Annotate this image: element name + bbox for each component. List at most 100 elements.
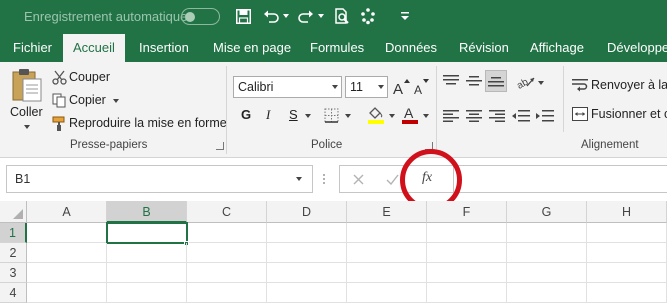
cell[interactable] xyxy=(507,263,587,283)
align-top-icon[interactable] xyxy=(442,74,460,88)
cell[interactable] xyxy=(507,283,587,303)
row-header[interactable]: 2 xyxy=(0,243,27,263)
enter-icon[interactable] xyxy=(384,171,400,187)
tab-affichage[interactable]: Affichage xyxy=(530,33,584,62)
cell[interactable] xyxy=(347,223,427,243)
cut-button[interactable]: Couper xyxy=(69,70,110,84)
cell[interactable] xyxy=(507,223,587,243)
column-header[interactable]: C xyxy=(187,201,267,223)
cell[interactable] xyxy=(427,263,507,283)
name-box-dropdown-icon[interactable] xyxy=(296,177,302,181)
column-header[interactable]: F xyxy=(427,201,507,223)
bold-button[interactable]: G xyxy=(241,107,251,122)
font-size-dropdown-icon[interactable] xyxy=(378,85,384,89)
grip-icon[interactable] xyxy=(321,170,327,188)
align-center-icon[interactable] xyxy=(465,109,483,123)
tab-insertion[interactable]: Insertion xyxy=(139,33,189,62)
copy-button[interactable]: Copier xyxy=(69,93,106,107)
orientation-dropdown-icon[interactable] xyxy=(538,81,544,85)
cell[interactable] xyxy=(427,243,507,263)
wrap-text-button[interactable]: Renvoyer à la l xyxy=(591,78,667,92)
row-header[interactable]: 4 xyxy=(0,283,27,303)
cell[interactable] xyxy=(347,243,427,263)
tab-donnees[interactable]: Données xyxy=(385,33,437,62)
align-right-icon[interactable] xyxy=(488,109,506,123)
row-header[interactable]: 1 xyxy=(0,223,27,243)
paste-label[interactable]: Coller xyxy=(10,105,43,119)
touch-mode-icon[interactable] xyxy=(358,6,378,26)
underline-button[interactable]: S xyxy=(289,107,298,122)
cell[interactable] xyxy=(107,283,187,303)
cell[interactable] xyxy=(27,223,107,243)
column-header[interactable]: D xyxy=(267,201,347,223)
font-name-dropdown-icon[interactable] xyxy=(332,85,338,89)
fill-color-dropdown-icon[interactable] xyxy=(389,114,395,118)
decrease-font-size-icon[interactable]: A xyxy=(412,76,430,98)
copy-dropdown-icon[interactable] xyxy=(113,99,119,103)
column-header[interactable]: B xyxy=(107,201,187,223)
column-header[interactable]: E xyxy=(347,201,427,223)
orientation-icon[interactable]: ab xyxy=(515,73,537,91)
cell[interactable] xyxy=(267,243,347,263)
cell[interactable] xyxy=(187,283,267,303)
active-cell[interactable] xyxy=(106,222,188,244)
cell[interactable] xyxy=(187,223,267,243)
cell[interactable] xyxy=(427,223,507,243)
name-box[interactable]: B1 xyxy=(6,165,313,193)
cell[interactable] xyxy=(347,263,427,283)
cell[interactable] xyxy=(27,263,107,283)
column-header[interactable]: A xyxy=(27,201,107,223)
cell[interactable] xyxy=(267,283,347,303)
align-left-icon[interactable] xyxy=(442,109,460,123)
underline-dropdown-icon[interactable] xyxy=(305,114,311,118)
font-color-icon[interactable]: A xyxy=(400,105,420,125)
redo-icon[interactable] xyxy=(297,6,315,26)
print-preview-icon[interactable] xyxy=(332,6,352,26)
tab-revision[interactable]: Révision xyxy=(459,33,509,62)
cell[interactable] xyxy=(587,283,667,303)
tab-mise-en-page[interactable]: Mise en page xyxy=(213,33,291,62)
format-painter-button[interactable]: Reproduire la mise en forme xyxy=(69,116,227,130)
undo-icon[interactable] xyxy=(262,6,280,26)
undo-dropdown-icon[interactable] xyxy=(281,6,291,26)
cancel-icon[interactable] xyxy=(350,171,366,187)
cell[interactable] xyxy=(587,223,667,243)
cell[interactable] xyxy=(507,243,587,263)
clipboard-launcher-icon[interactable] xyxy=(216,142,224,150)
cell[interactable] xyxy=(187,263,267,283)
decrease-indent-icon[interactable] xyxy=(511,109,531,123)
borders-icon[interactable] xyxy=(322,107,340,123)
tab-developpeur[interactable]: Développeu xyxy=(607,33,667,62)
column-header[interactable]: G xyxy=(507,201,587,223)
italic-button[interactable]: I xyxy=(266,107,270,123)
cell[interactable] xyxy=(187,243,267,263)
cell[interactable] xyxy=(347,283,427,303)
formula-input[interactable] xyxy=(458,165,667,193)
cell[interactable] xyxy=(427,283,507,303)
merge-center-button[interactable]: Fusionner et ce xyxy=(591,107,667,121)
align-middle-icon[interactable] xyxy=(465,74,483,88)
align-bottom-icon[interactable] xyxy=(485,70,507,92)
paste-icon[interactable] xyxy=(10,66,44,104)
cell[interactable] xyxy=(587,263,667,283)
fill-color-icon[interactable] xyxy=(366,105,386,125)
redo-dropdown-icon[interactable] xyxy=(316,6,326,26)
font-color-dropdown-icon[interactable] xyxy=(423,114,429,118)
cell[interactable] xyxy=(267,263,347,283)
font-name-select[interactable]: Calibri xyxy=(233,76,342,98)
tab-accueil[interactable]: Accueil xyxy=(63,34,125,62)
column-header[interactable]: H xyxy=(587,201,667,223)
autosave-toggle[interactable] xyxy=(181,8,220,25)
paste-dropdown-icon[interactable] xyxy=(24,125,30,129)
customize-qat-icon[interactable] xyxy=(399,6,411,26)
tab-fichier[interactable]: Fichier xyxy=(13,33,52,62)
cell[interactable] xyxy=(587,243,667,263)
row-header[interactable]: 3 xyxy=(0,263,27,283)
save-icon[interactable] xyxy=(234,6,252,26)
cell[interactable] xyxy=(27,243,107,263)
cell[interactable] xyxy=(107,263,187,283)
cell[interactable] xyxy=(107,243,187,263)
cell[interactable] xyxy=(267,223,347,243)
cell[interactable] xyxy=(27,283,107,303)
increase-font-size-icon[interactable]: A xyxy=(391,76,411,98)
